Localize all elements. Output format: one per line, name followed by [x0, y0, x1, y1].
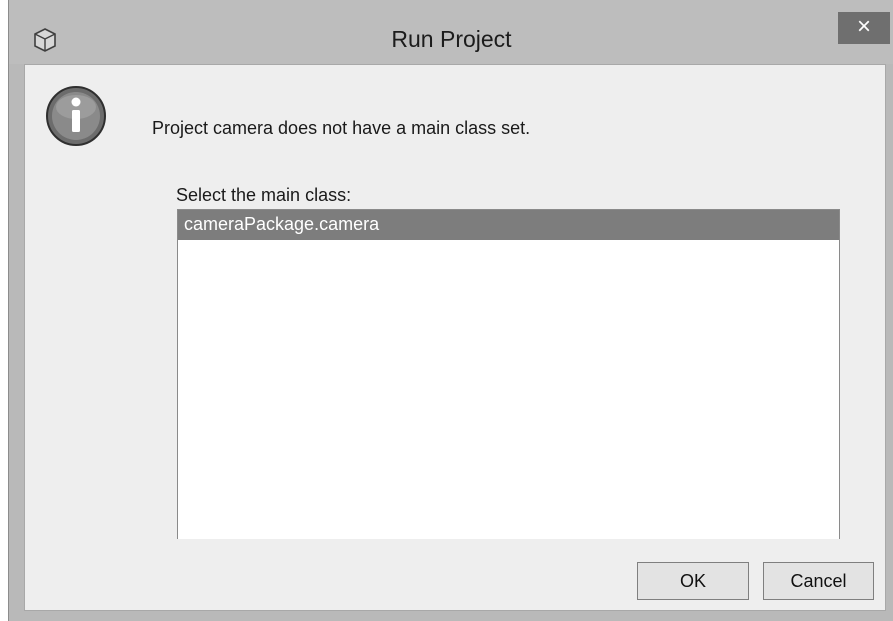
title-bar[interactable]: Run Project ×	[9, 0, 893, 64]
ok-button[interactable]: OK	[637, 562, 749, 600]
main-class-list[interactable]: cameraPackage.camera	[177, 209, 840, 539]
main-class-label: Select the main class:	[176, 185, 352, 205]
close-icon: ×	[856, 13, 871, 40]
info-icon	[45, 85, 107, 147]
dialog-body: Project camera does not have a main clas…	[24, 64, 886, 611]
window-title: Run Project	[391, 26, 512, 52]
cancel-button[interactable]: Cancel	[763, 562, 874, 600]
list-item[interactable]: cameraPackage.camera	[178, 210, 839, 240]
close-button[interactable]: ×	[838, 12, 890, 44]
run-project-dialog: Run Project × Project camera does not ha…	[8, 0, 893, 621]
dialog-message: Project camera does not have a main clas…	[152, 118, 531, 138]
